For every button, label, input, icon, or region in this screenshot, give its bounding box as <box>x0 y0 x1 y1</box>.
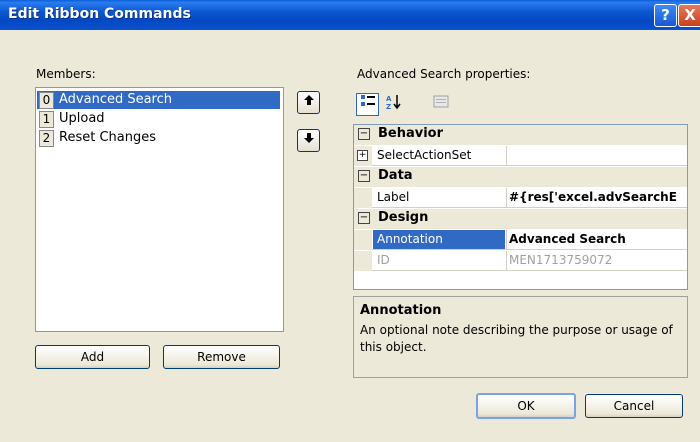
property-row-annotation[interactable]: Annotation Advanced Search <box>354 230 687 250</box>
ok-button[interactable]: OK <box>476 393 576 419</box>
property-name: Label <box>377 190 410 204</box>
collapse-icon[interactable]: − <box>358 128 370 140</box>
property-row-id[interactable]: ID MEN1713759072 <box>354 251 687 271</box>
remove-button[interactable]: Remove <box>163 345 280 369</box>
item-label: Upload <box>59 111 105 126</box>
edit-ribbon-commands-dialog: Edit Ribbon Commands ? X Members: 0 Adva… <box>0 0 700 442</box>
move-up-button[interactable] <box>297 91 320 114</box>
category-label: Data <box>378 168 413 183</box>
list-item[interactable]: 2 Reset Changes <box>37 129 280 147</box>
item-index: 0 <box>39 92 54 109</box>
categorized-icon[interactable] <box>356 93 379 116</box>
property-name: SelectActionSet <box>377 148 472 162</box>
list-item[interactable]: 1 Upload <box>37 110 280 128</box>
members-label: Members: <box>36 67 96 81</box>
item-label: Advanced Search <box>59 92 173 107</box>
category-behavior[interactable]: − Behavior <box>354 125 687 145</box>
collapse-icon[interactable]: − <box>358 170 370 182</box>
property-row-selectactionset[interactable]: + SelectActionSet <box>354 146 687 166</box>
item-label: Reset Changes <box>59 130 156 145</box>
add-button[interactable]: Add <box>35 345 150 369</box>
arrow-up-icon <box>303 95 314 105</box>
category-design[interactable]: − Design <box>354 209 687 229</box>
list-item[interactable]: 0 Advanced Search <box>37 91 280 109</box>
close-button[interactable]: X <box>678 4 700 27</box>
svg-text:Z: Z <box>386 103 391 110</box>
category-data[interactable]: − Data <box>354 167 687 187</box>
item-index: 1 <box>39 111 54 128</box>
property-name: ID <box>377 253 390 267</box>
property-value[interactable] <box>506 146 687 165</box>
property-value[interactable]: #{res['excel.advSearchE <box>506 188 687 207</box>
item-index: 2 <box>39 130 54 147</box>
expand-icon[interactable]: + <box>357 150 368 161</box>
description-panel: Annotation An optional note describing t… <box>353 296 688 378</box>
dialog-title: Edit Ribbon Commands <box>8 6 191 22</box>
description-text: An optional note describing the purpose … <box>360 323 673 354</box>
property-row-label[interactable]: Label #{res['excel.advSearchE <box>354 188 687 208</box>
move-down-button[interactable] <box>297 129 320 152</box>
description-title: Annotation <box>360 303 442 318</box>
cancel-button[interactable]: Cancel <box>585 394 683 418</box>
property-value[interactable]: Advanced Search <box>506 230 687 249</box>
property-name: Annotation <box>373 230 505 249</box>
property-pages-icon[interactable] <box>429 93 452 116</box>
arrow-down-icon <box>303 133 314 143</box>
help-button[interactable]: ? <box>654 4 677 27</box>
title-bar[interactable]: Edit Ribbon Commands ? X <box>0 0 700 30</box>
collapse-icon[interactable]: − <box>358 212 370 224</box>
property-grid[interactable]: − Behavior + SelectActionSet − Data Labe… <box>353 124 688 290</box>
property-value: MEN1713759072 <box>506 251 687 270</box>
category-label: Behavior <box>378 126 444 141</box>
properties-label: Advanced Search properties: <box>357 67 531 81</box>
members-list[interactable]: 0 Advanced Search 1 Upload 2 Reset Chang… <box>35 87 284 332</box>
svg-text:A: A <box>386 95 392 103</box>
category-label: Design <box>378 210 429 225</box>
alphabetical-icon[interactable]: AZ <box>382 93 405 116</box>
